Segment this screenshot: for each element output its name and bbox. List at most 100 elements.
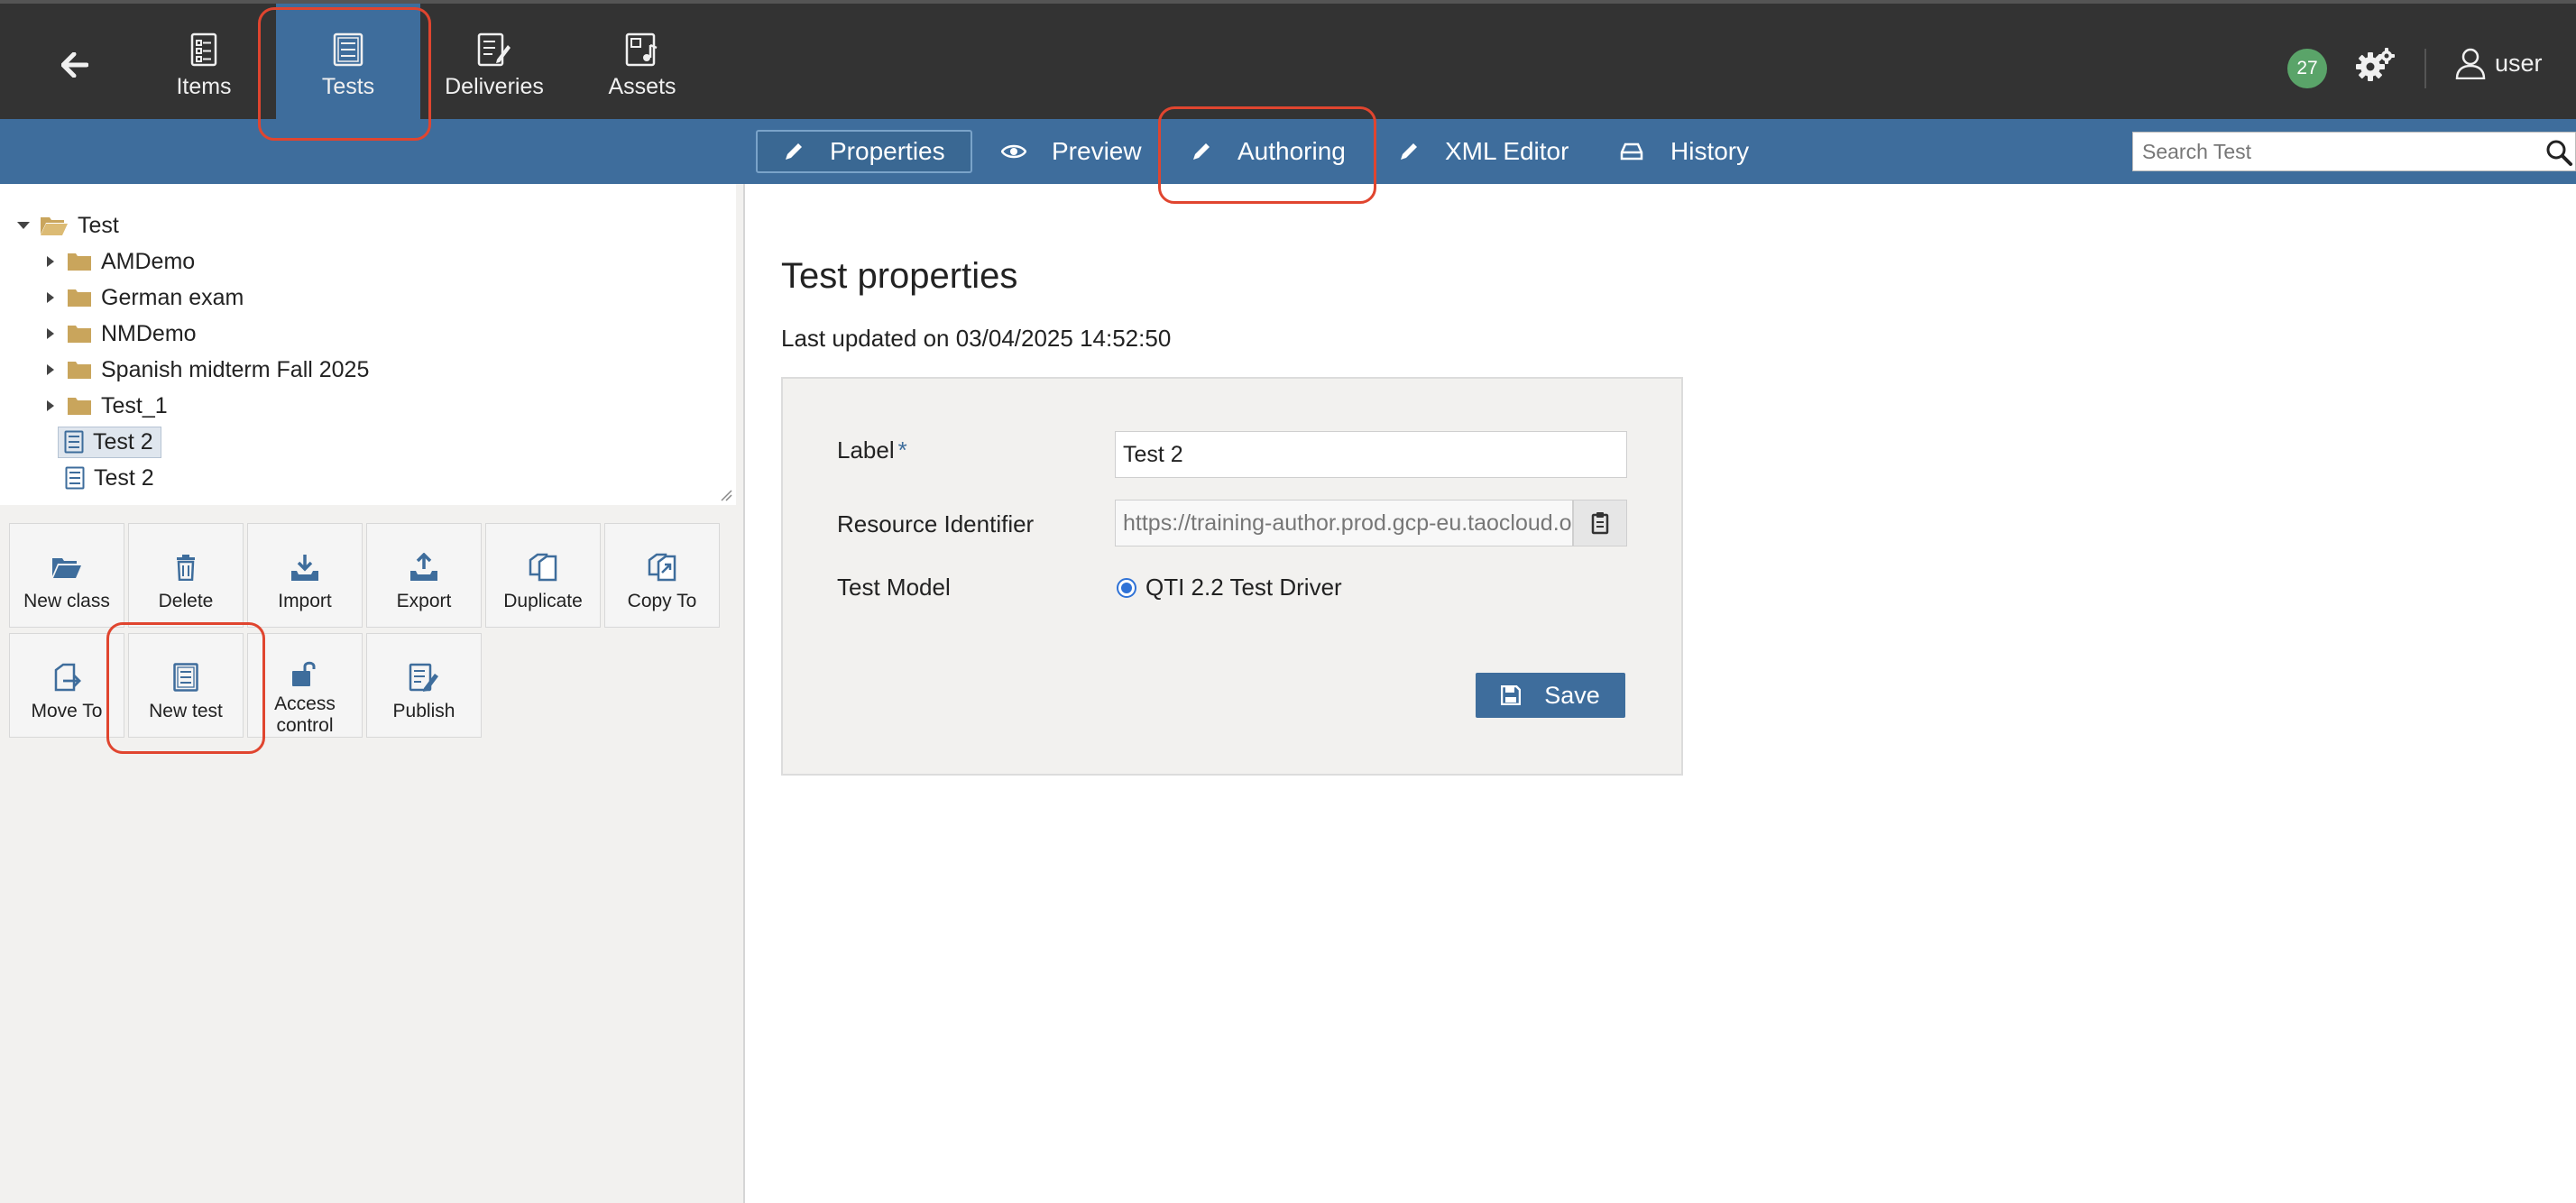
tab-preview[interactable]: Preview (976, 130, 1167, 173)
tree-label: NMDemo (101, 320, 197, 346)
tab-label: Preview (1052, 137, 1142, 165)
caret-right-icon[interactable] (46, 399, 55, 412)
tree-root[interactable]: Test (16, 209, 119, 242)
search-icon[interactable] (2544, 138, 2573, 167)
tree-label: Test 2 (93, 428, 153, 455)
tree-test-item[interactable]: Test 2 (65, 462, 154, 494)
tab-history[interactable]: History (1593, 130, 1774, 173)
tool-label: New class (23, 591, 110, 611)
tree-folder[interactable]: AMDemo (43, 245, 195, 278)
pencil-icon (1401, 143, 1417, 160)
copy-identifier-button[interactable] (1573, 500, 1627, 546)
floppy-disk-icon (1501, 685, 1522, 705)
folder-open-icon (52, 558, 81, 578)
duplicate-button[interactable]: Duplicate (485, 523, 601, 628)
tab-label: Properties (830, 137, 945, 165)
resource-tree: Test AMDemo German exam NMDemo Spanish m… (0, 184, 736, 505)
tool-label: Publish (392, 701, 455, 721)
tree-label: Test (78, 212, 119, 238)
resize-handle-icon[interactable] (720, 489, 732, 501)
tree-folder[interactable]: Spanish midterm Fall 2025 (43, 354, 369, 386)
tree-test-item[interactable]: Test 2 (58, 426, 161, 458)
eye-icon (1001, 144, 1026, 159)
folder-icon (68, 289, 91, 307)
tab-xml-editor[interactable]: XML Editor (1373, 130, 1594, 173)
settings-button[interactable] (2356, 47, 2396, 87)
label-text: Label (837, 436, 895, 464)
required-mark: * (897, 436, 907, 464)
pencil-icon (786, 143, 802, 160)
top-navigation-bar: Items Tests Deliveries Assets 27 user (0, 0, 2576, 119)
tool-label: Delete (158, 591, 214, 611)
tool-label: New test (149, 701, 223, 721)
folder-icon (68, 253, 91, 271)
tab-properties[interactable]: Properties (756, 130, 972, 173)
tree-label: Test_1 (101, 392, 168, 418)
caret-right-icon[interactable] (46, 291, 55, 304)
nav-tab-deliveries[interactable]: Deliveries (422, 4, 566, 119)
tab-authoring[interactable]: Authoring (1165, 130, 1371, 173)
action-bar: Properties Preview Authoring XML Editor … (0, 119, 2576, 184)
history-icon (1620, 142, 1643, 161)
nav-tab-items[interactable]: Items (132, 4, 276, 119)
notification-badge[interactable]: 27 (2287, 49, 2327, 88)
test-model-option[interactable]: QTI 2.2 Test Driver (1117, 574, 1342, 602)
test-icon (64, 430, 84, 454)
left-panel: Test AMDemo German exam NMDemo Spanish m… (0, 184, 745, 1203)
access-control-button[interactable]: Access control (247, 633, 363, 738)
label-field-label: Label * (837, 436, 907, 464)
move-to-button[interactable]: Move To (9, 633, 124, 738)
new-test-button[interactable]: New test (128, 633, 244, 738)
move-to-icon (54, 663, 81, 692)
folder-open-icon (41, 217, 68, 235)
clipboard-icon (1591, 512, 1609, 535)
nav-tab-assets[interactable]: Assets (570, 4, 714, 119)
assets-icon (625, 32, 658, 67)
search-box (2132, 132, 2576, 171)
label-input[interactable]: Test 2 (1115, 431, 1627, 478)
export-button[interactable]: Export (366, 523, 482, 628)
folder-icon (68, 398, 91, 415)
delete-button[interactable]: Delete (128, 523, 244, 628)
tree-label: German exam (101, 284, 244, 310)
tree-folder[interactable]: NMDemo (43, 317, 197, 350)
new-test-icon (173, 663, 198, 692)
new-class-button[interactable]: New class (9, 523, 124, 628)
duplicate-icon (529, 553, 557, 582)
tab-label: Authoring (1237, 137, 1346, 165)
import-button[interactable]: Import (247, 523, 363, 628)
back-button[interactable] (52, 47, 97, 83)
save-button[interactable]: Save (1476, 673, 1625, 718)
resource-identifier-field[interactable]: https://training-author.prod.gcp-eu.taoc… (1115, 500, 1573, 546)
search-input[interactable] (2133, 133, 2532, 170)
caret-right-icon[interactable] (46, 363, 55, 376)
copy-to-button[interactable]: Copy To (604, 523, 720, 628)
tree-folder[interactable]: German exam (43, 281, 244, 314)
tool-label: Access control (274, 693, 336, 736)
test-model-option-label: QTI 2.2 Test Driver (1145, 574, 1342, 601)
nav-tab-tests[interactable]: Tests (276, 4, 420, 119)
user-label: user (2495, 49, 2543, 77)
save-label: Save (1544, 681, 1600, 709)
folder-icon (68, 326, 91, 343)
tree-label: AMDemo (101, 248, 196, 274)
caret-right-icon[interactable] (46, 255, 55, 268)
user-menu[interactable]: user (2455, 47, 2543, 79)
deliveries-icon (477, 32, 511, 67)
tool-label: Copy To (627, 591, 697, 611)
main-content: Test properties Last updated on 03/04/20… (745, 184, 2576, 1203)
user-icon (2455, 48, 2486, 79)
items-icon (190, 32, 217, 67)
caret-down-icon[interactable] (16, 221, 31, 230)
publish-button[interactable]: Publish (366, 633, 482, 738)
gear-icon (2356, 48, 2395, 81)
nav-tab-label: Deliveries (445, 74, 544, 99)
page-title: Test properties (781, 256, 1018, 296)
tree-folder[interactable]: Test_1 (43, 390, 168, 422)
test-icon (65, 466, 85, 490)
nav-tab-label: Tests (321, 74, 375, 99)
radio-button[interactable] (1117, 577, 1136, 598)
caret-right-icon[interactable] (46, 327, 55, 340)
tool-label: Move To (31, 701, 103, 721)
copy-to-icon (648, 553, 676, 582)
